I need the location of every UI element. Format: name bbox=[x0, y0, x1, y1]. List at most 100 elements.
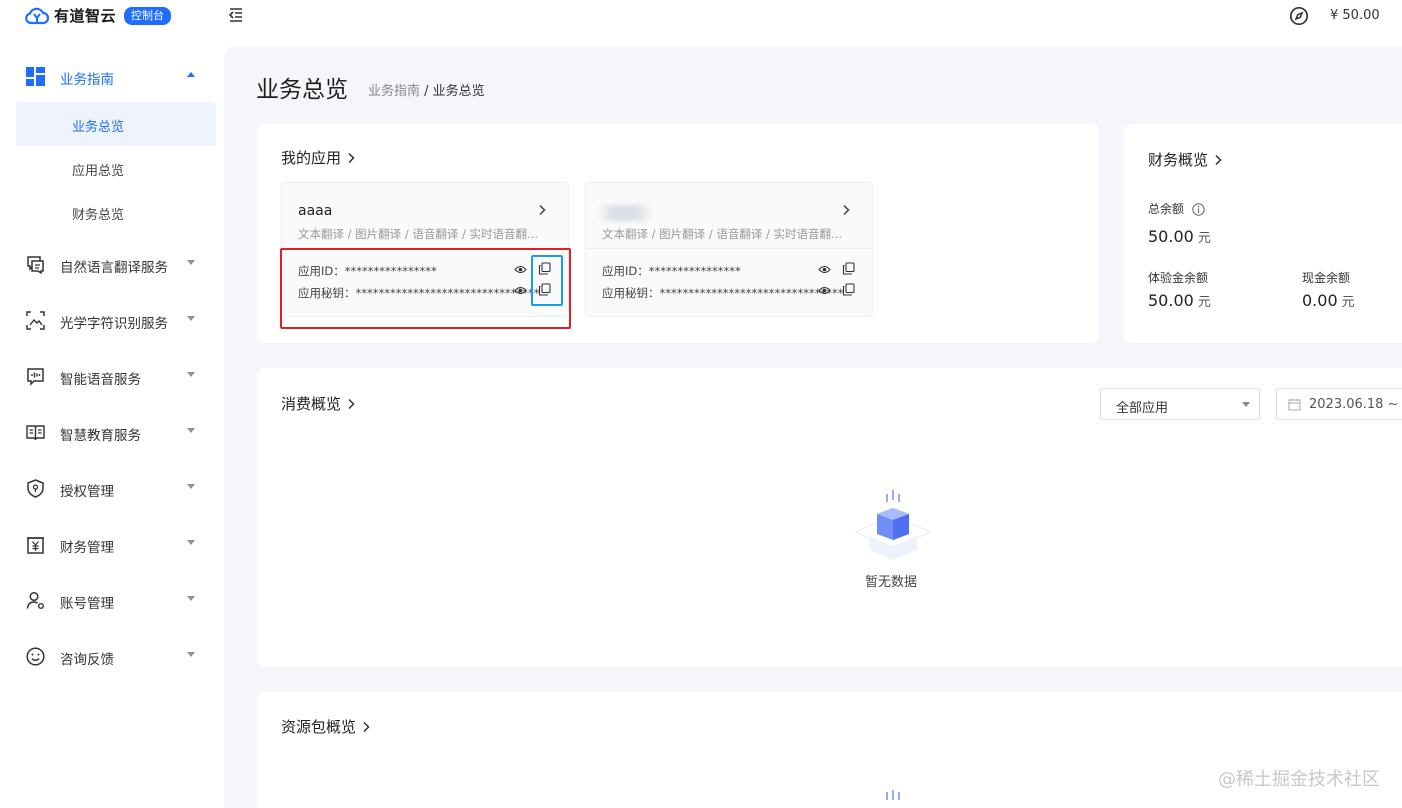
caret-up-icon bbox=[187, 72, 195, 77]
divider bbox=[586, 248, 872, 249]
balance-amount[interactable]: ¥ 50.00 bbox=[1330, 8, 1380, 23]
dropdown-caret-icon bbox=[1242, 402, 1250, 407]
copy-icon[interactable] bbox=[538, 262, 551, 275]
caret-down-icon bbox=[187, 540, 195, 545]
sidebar-subitem-label: 业务总览 bbox=[72, 120, 125, 135]
finance-title: 财务概览 bbox=[1148, 151, 1209, 169]
app-secret-row: 应用秘钥：******************************** bbox=[298, 285, 540, 301]
sidebar-item-label: 智能语音服务 bbox=[60, 372, 141, 388]
copy-icon[interactable] bbox=[538, 283, 551, 296]
consumption-title-link[interactable]: 消费概览 bbox=[281, 393, 355, 414]
sidebar-subitem-label: 财务总览 bbox=[72, 208, 125, 223]
caret-down-icon bbox=[187, 652, 195, 657]
sidebar-item-label: 业务指南 bbox=[60, 72, 114, 88]
sidebar-item-authorization[interactable]: 授权管理 bbox=[0, 470, 222, 506]
sidebar-item-finance[interactable]: 财务管理 bbox=[0, 526, 222, 562]
yuan-box-icon bbox=[27, 537, 44, 554]
total-balance: 50.00 元 bbox=[1148, 227, 1211, 246]
sidebar-item-ocr[interactable]: 光学字符识别服务 bbox=[0, 302, 222, 338]
app-name-redacted bbox=[594, 205, 656, 221]
app-filter-select[interactable]: 全部应用 bbox=[1100, 388, 1260, 420]
caret-down-icon bbox=[187, 260, 195, 265]
app-secret-label: 应用秘钥： bbox=[602, 286, 660, 300]
sidebar-item-label: 智慧教育服务 bbox=[60, 428, 141, 444]
cash-balance-label: 现金余额 bbox=[1302, 271, 1351, 285]
eye-icon[interactable] bbox=[514, 284, 527, 297]
sidebar-item-label: 咨询反馈 bbox=[60, 652, 114, 668]
app-name: aaaa bbox=[298, 203, 333, 219]
copy-icon[interactable] bbox=[842, 283, 855, 296]
sidebar-item-feedback[interactable]: 咨询反馈 bbox=[0, 638, 222, 674]
sidebar-item-voice[interactable]: 智能语音服务 bbox=[0, 358, 222, 394]
sidebar-item-account[interactable]: 账号管理 bbox=[0, 582, 222, 618]
sidebar-subitem-finance-overview[interactable]: 财务总览 bbox=[16, 190, 216, 234]
empty-state-text: 暂无数据 bbox=[865, 575, 918, 590]
voice-wave-icon bbox=[27, 368, 44, 386]
empty-box-illustration bbox=[854, 490, 932, 560]
scan-image-icon bbox=[26, 311, 45, 330]
currency-unit: 元 bbox=[1341, 295, 1355, 310]
app-id-label: 应用ID： bbox=[298, 264, 345, 278]
copy-icon[interactable] bbox=[842, 262, 855, 275]
chevron-right-icon bbox=[348, 152, 355, 163]
app-card[interactable]: aaaa 文本翻译 / 图片翻译 / 语音翻译 / 实时语音翻... 应用ID：… bbox=[281, 182, 569, 317]
app-services: 文本翻译 / 图片翻译 / 语音翻译 / 实时语音翻... bbox=[298, 227, 539, 241]
my-apps-title-link[interactable]: 我的应用 bbox=[281, 147, 355, 168]
console-badge: 控制台 bbox=[124, 6, 172, 25]
sidebar-item-nlp-translation[interactable]: 自然语言翻译服务 bbox=[0, 246, 222, 282]
sidebar: 业务指南 业务总览 应用总览 财务总览 自然语言翻译服务 光学字符识别服务 智能… bbox=[0, 32, 222, 808]
chevron-right-icon[interactable] bbox=[538, 204, 546, 216]
finance-title-link[interactable]: 财务概览 bbox=[1148, 149, 1222, 170]
date-range-value: 2023.06.18 ~ 2 bbox=[1309, 397, 1402, 412]
trial-balance-label: 体验金余额 bbox=[1148, 271, 1209, 285]
eye-icon[interactable] bbox=[818, 284, 831, 297]
sidebar-item-label: 光学字符识别服务 bbox=[60, 316, 168, 332]
divider bbox=[282, 248, 568, 249]
sidebar-subitem-label: 应用总览 bbox=[72, 164, 125, 179]
chevron-right-icon bbox=[363, 721, 370, 732]
app-card[interactable]: 文本翻译 / 图片翻译 / 语音翻译 / 实时语音翻... 应用ID：*****… bbox=[585, 182, 873, 317]
trial-balance: 50.00 元 bbox=[1148, 291, 1211, 310]
main-content: 业务总览 业务指南 / 业务总览 我的应用 aaaa 文本翻译 / 图片翻译 /… bbox=[224, 46, 1402, 808]
consumption-title: 消费概览 bbox=[281, 395, 342, 413]
cash-balance: 0.00 元 bbox=[1302, 291, 1355, 310]
user-settings-icon bbox=[26, 591, 44, 609]
consumption-overview-card: 消费概览 全部应用 2023.06.18 ~ 2 暂无数据 bbox=[257, 368, 1402, 667]
eye-icon[interactable] bbox=[514, 263, 527, 276]
sidebar-item-education[interactable]: 智慧教育服务 bbox=[0, 414, 222, 450]
breadcrumb-parent[interactable]: 业务指南 bbox=[368, 84, 420, 99]
app-id-value: **************** bbox=[344, 264, 437, 278]
app-id-row: 应用ID：**************** bbox=[298, 263, 437, 279]
top-bar: 有道智云 控制台 ¥ 50.00 bbox=[0, 0, 1402, 32]
info-icon[interactable] bbox=[1192, 203, 1205, 216]
resource-package-title: 资源包概览 bbox=[281, 718, 357, 736]
resource-package-title-link[interactable]: 资源包概览 bbox=[281, 716, 370, 737]
sidebar-subitem-app-overview[interactable]: 应用总览 bbox=[16, 146, 216, 190]
app-secret-value: ******************************** bbox=[659, 286, 844, 300]
collapse-menu-icon[interactable] bbox=[228, 7, 244, 23]
shield-icon bbox=[27, 479, 44, 498]
cash-balance-value: 0.00 bbox=[1302, 291, 1338, 310]
sidebar-item-label: 账号管理 bbox=[60, 596, 114, 612]
sidebar-item-business-guide[interactable]: 业务指南 bbox=[0, 58, 222, 94]
eye-icon[interactable] bbox=[818, 263, 831, 276]
compass-icon[interactable] bbox=[1289, 6, 1309, 26]
app-id-value: **************** bbox=[648, 264, 741, 278]
total-balance-label-row: 总余额 bbox=[1148, 200, 1205, 217]
breadcrumb-current: 业务总览 bbox=[432, 84, 485, 99]
smile-icon bbox=[26, 647, 45, 666]
sidebar-subitem-business-overview[interactable]: 业务总览 bbox=[16, 102, 216, 146]
app-secret-row: 应用秘钥：******************************** bbox=[602, 285, 844, 301]
date-range-picker[interactable]: 2023.06.18 ~ 2 bbox=[1276, 388, 1402, 420]
total-balance-value: 50.00 bbox=[1148, 227, 1194, 246]
sidebar-item-label: 财务管理 bbox=[60, 540, 114, 556]
breadcrumb-separator: / bbox=[420, 84, 433, 99]
chevron-right-icon[interactable] bbox=[842, 204, 850, 216]
breadcrumb: 业务指南 / 业务总览 bbox=[368, 80, 485, 99]
logo[interactable]: 有道智云 控制台 bbox=[24, 5, 172, 26]
chat-translate-icon bbox=[27, 256, 44, 275]
page-title: 业务总览 bbox=[256, 77, 348, 103]
my-apps-card: 我的应用 aaaa 文本翻译 / 图片翻译 / 语音翻译 / 实时语音翻... … bbox=[257, 124, 1099, 343]
chevron-right-icon bbox=[348, 398, 355, 409]
caret-down-icon bbox=[187, 596, 195, 601]
